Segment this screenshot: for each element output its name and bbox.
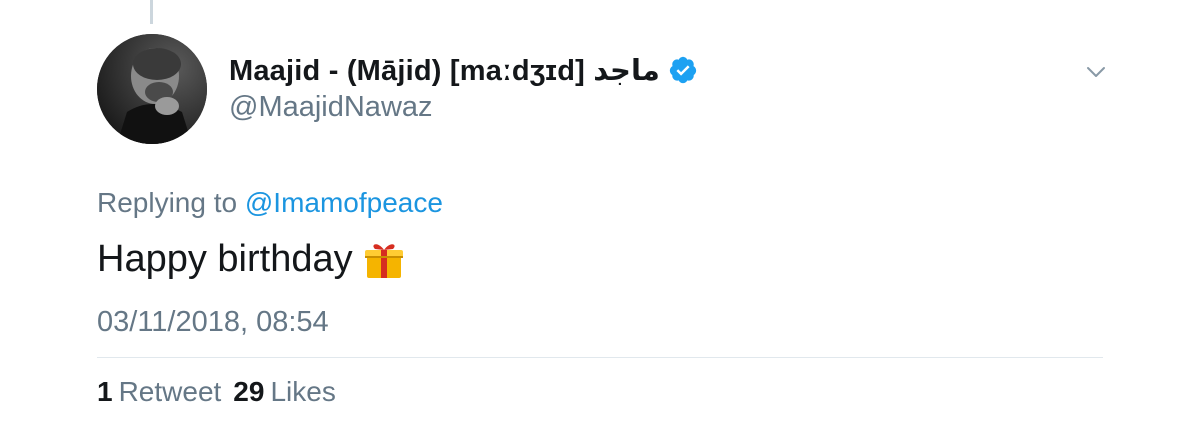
author-display-name[interactable]: Maajid - (Mājid) [maːdʒɪd] ماجد: [229, 53, 660, 88]
author-name-row[interactable]: Maajid - (Mājid) [maːdʒɪd] ماجد: [229, 50, 698, 90]
replying-to-label: Replying to: [97, 187, 238, 218]
engagement-stats: 1 Retweet 29 Likes: [97, 376, 348, 408]
divider: [97, 357, 1103, 358]
author-handle[interactable]: @MaajidNawaz: [229, 91, 433, 124]
tweet-text-body: Happy birthday: [97, 238, 353, 280]
retweets-stat[interactable]: 1 Retweet: [97, 376, 221, 408]
thread-connector-line: [150, 0, 153, 24]
likes-stat[interactable]: 29 Likes: [233, 376, 336, 408]
replying-to-line: Replying to @Imamofpeace: [97, 187, 443, 219]
tweet-timestamp[interactable]: 03/11/2018, 08:54: [97, 306, 329, 339]
likes-label: Likes: [270, 376, 336, 407]
tweet-text: Happy birthday: [97, 238, 405, 281]
verified-badge-icon: [668, 55, 698, 85]
retweets-label: Retweet: [118, 376, 222, 407]
likes-count: 29: [233, 376, 265, 407]
replying-to-mention-link[interactable]: @Imamofpeace: [245, 187, 443, 218]
wrapped-gift-icon: [363, 239, 405, 281]
retweets-count: 1: [97, 376, 113, 407]
chevron-down-icon[interactable]: [1082, 58, 1110, 86]
avatar[interactable]: [97, 34, 207, 144]
